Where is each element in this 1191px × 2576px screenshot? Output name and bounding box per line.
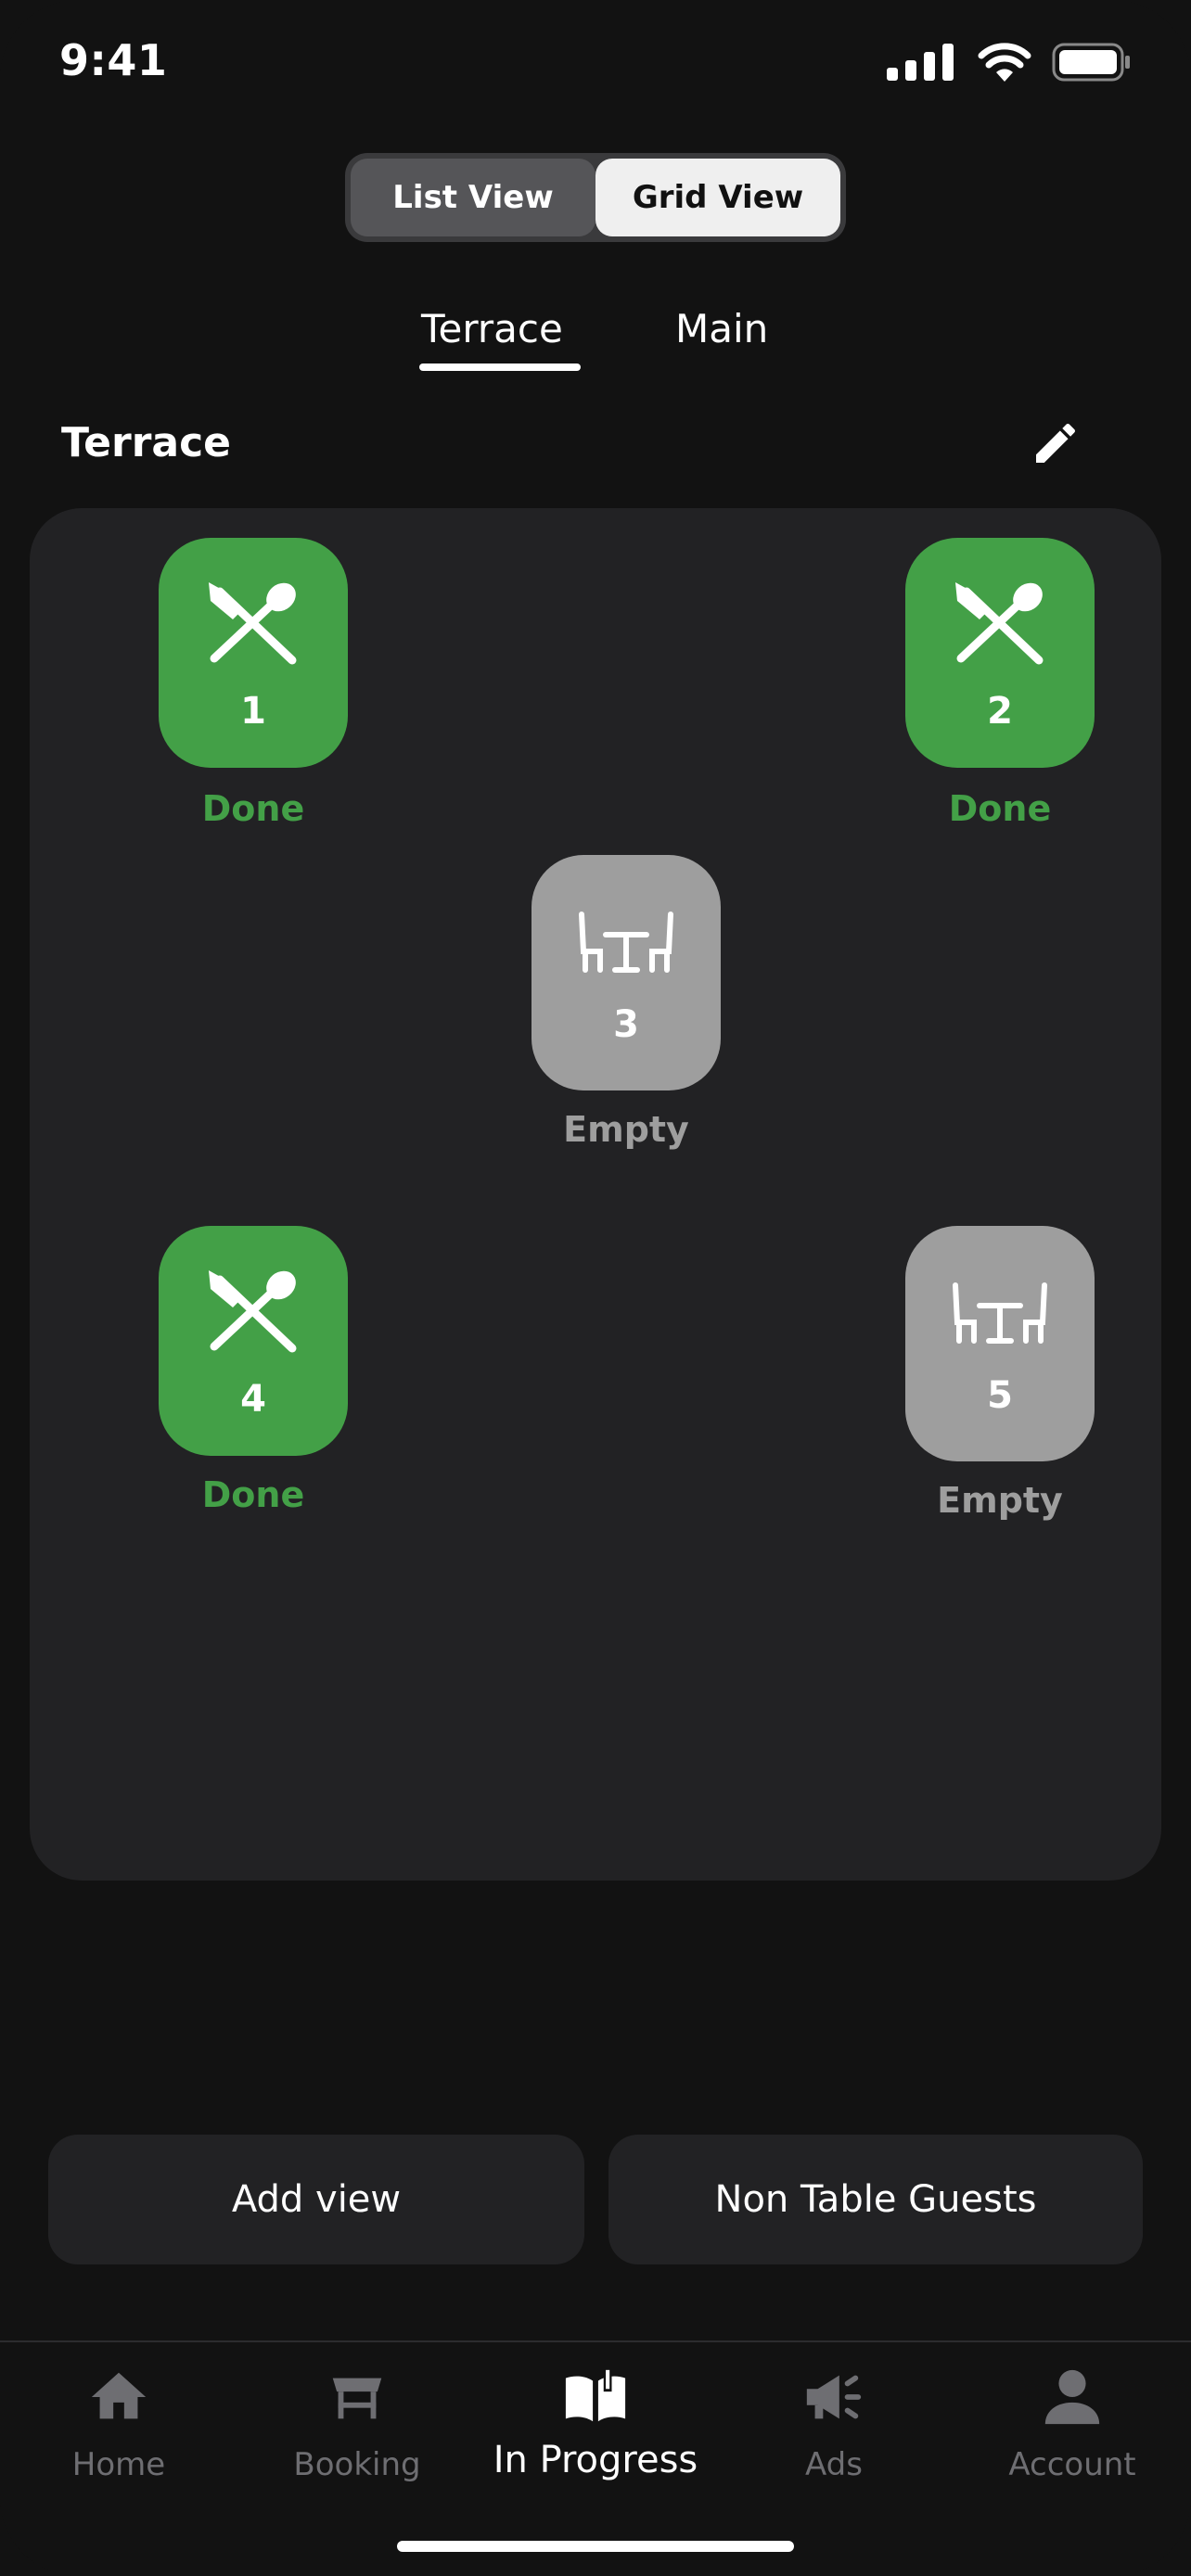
nav-label: Booking <box>293 2446 421 2483</box>
table-status: Empty <box>937 1480 1063 1521</box>
table-number: 2 <box>987 690 1013 733</box>
section-title: Terrace <box>61 419 232 466</box>
nav-label: Home <box>71 2446 166 2483</box>
nav-item-booking[interactable]: Booking <box>238 2365 476 2483</box>
nav-item-home[interactable]: Home <box>0 2365 237 2483</box>
table-3[interactable]: 3 <box>531 855 721 1090</box>
table-4[interactable]: 4 <box>159 1226 348 1456</box>
table-icon <box>332 2378 382 2419</box>
nav-item-ads[interactable]: Ads <box>715 2365 953 2483</box>
home-indicator <box>397 2541 794 2552</box>
table-chairs-icon <box>953 1282 1047 1344</box>
nav-label: Account <box>1008 2446 1136 2483</box>
open-book-icon <box>565 2366 626 2422</box>
fork-spoon-icon <box>209 1270 297 1353</box>
nav-label: In Progress <box>493 2439 698 2481</box>
status-icons <box>887 43 1132 82</box>
megaphone-icon <box>806 2375 862 2419</box>
app-screen: 9:41 List View Grid View Terrace Main Te… <box>0 0 1191 2576</box>
table-status: Done <box>201 788 305 829</box>
table-2[interactable]: 2 <box>905 538 1095 768</box>
table-number: 5 <box>987 1374 1013 1417</box>
table-5[interactable]: 5 <box>905 1226 1095 1461</box>
list-view-button[interactable]: List View <box>351 159 596 236</box>
active-tab-indicator <box>419 363 581 371</box>
fork-spoon-icon <box>955 582 1044 665</box>
table-number: 3 <box>613 1003 639 1046</box>
view-toggle: List View Grid View <box>345 153 846 242</box>
tab-terrace[interactable]: Terrace <box>421 306 563 351</box>
grid-view-button[interactable]: Grid View <box>596 159 840 236</box>
table-chairs-icon <box>579 912 673 973</box>
wifi-icon <box>978 43 1031 82</box>
tab-main[interactable]: Main <box>675 306 768 351</box>
home-icon <box>91 2372 147 2419</box>
non-table-guests-button[interactable]: Non Table Guests <box>608 2135 1143 2264</box>
table-status: Done <box>948 788 1052 829</box>
nav-item-account[interactable]: Account <box>954 2365 1191 2483</box>
nav-item-in-progress[interactable]: In Progress <box>477 2365 714 2481</box>
table-status: Done <box>201 1474 305 1515</box>
table-number: 4 <box>240 1378 266 1421</box>
floor-plan: 1 Done 2 Done 3 Empty 4 Done 5 Empty <box>30 508 1161 1881</box>
table-status: Empty <box>563 1109 689 1150</box>
edit-pencil-icon[interactable] <box>1030 417 1082 469</box>
table-1[interactable]: 1 <box>159 538 348 768</box>
fork-spoon-icon <box>209 582 297 665</box>
person-icon <box>1044 2369 1100 2425</box>
battery-icon <box>1052 43 1130 82</box>
cellular-signal-icon <box>887 44 954 81</box>
status-time: 9:41 <box>59 35 168 85</box>
nav-label: Ads <box>805 2446 863 2483</box>
table-number: 1 <box>240 690 266 733</box>
add-view-button[interactable]: Add view <box>48 2135 584 2264</box>
